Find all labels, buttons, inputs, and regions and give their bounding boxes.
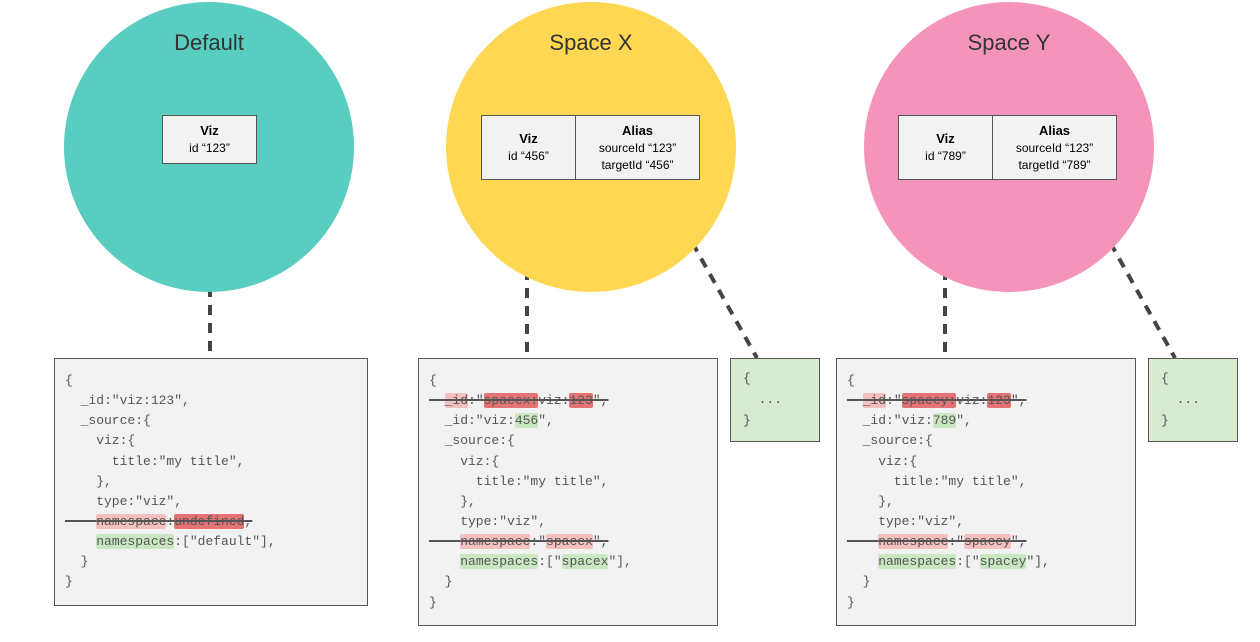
card-name: Alias xyxy=(1001,122,1108,140)
card-line: targetId “456” xyxy=(584,157,691,174)
space-title: Space Y xyxy=(864,2,1154,56)
space-title: Default xyxy=(64,2,354,56)
card-name: Viz xyxy=(171,122,248,140)
card-line: sourceId “123” xyxy=(1001,140,1108,157)
card-name: Alias xyxy=(584,122,691,140)
viz-card-default: Viz id “123” xyxy=(162,115,257,164)
viz-card-spacey: Viz id “789” xyxy=(898,115,993,180)
code-box-default: { _id:"viz:123", _source:{ viz:{ title:"… xyxy=(54,358,368,606)
diagram-root: Default Viz id “123” { _id:"viz:123", _s… xyxy=(0,0,1260,642)
card-name: Viz xyxy=(907,130,984,148)
code-box-spacey: { _id:"spacey:viz:123", _id:"viz:789", _… xyxy=(836,358,1136,626)
card-line: sourceId “123” xyxy=(584,140,691,157)
alias-card-spacey: Alias sourceId “123” targetId “789” xyxy=(992,115,1117,180)
card-line: id “789” xyxy=(907,148,984,165)
code-box-spacex: { _id:"spacex:viz:123", _id:"viz:456", _… xyxy=(418,358,718,626)
alias-card-spacex: Alias sourceId “123” targetId “456” xyxy=(575,115,700,180)
alias-code-spacex: { ... } xyxy=(730,358,820,442)
card-line: id “123” xyxy=(171,140,248,157)
card-line: targetId “789” xyxy=(1001,157,1108,174)
card-line: id “456” xyxy=(490,148,567,165)
space-title: Space X xyxy=(446,2,736,56)
viz-card-spacex: Viz id “456” xyxy=(481,115,576,180)
card-name: Viz xyxy=(490,130,567,148)
alias-code-spacey: { ... } xyxy=(1148,358,1238,442)
